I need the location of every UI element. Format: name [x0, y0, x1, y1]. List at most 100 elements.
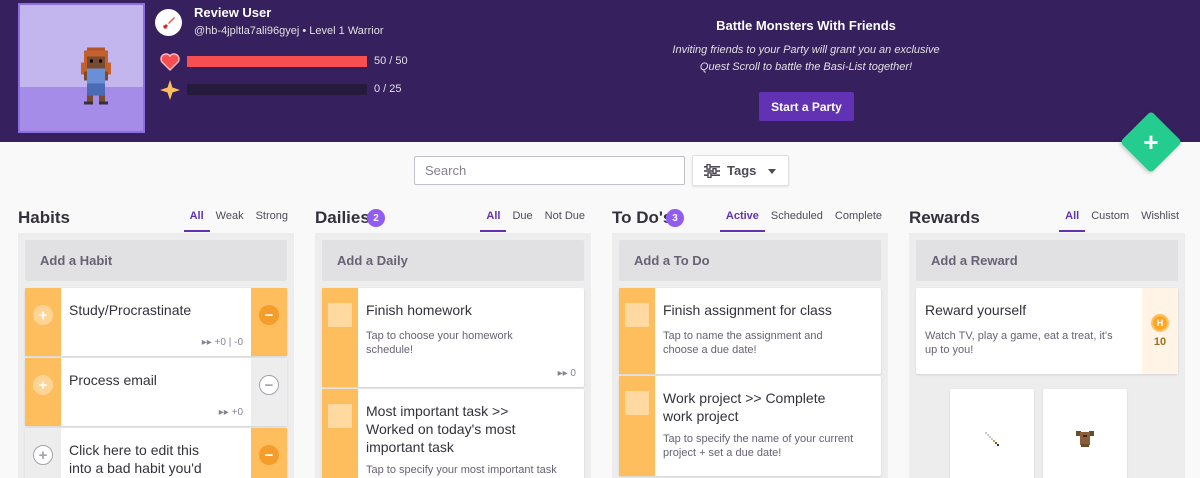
filter-all[interactable]: All — [183, 210, 210, 232]
todos-list: Add a To Do Finish assignment for class … — [612, 233, 888, 478]
plus-icon[interactable]: + — [33, 445, 53, 465]
filter-wishlist[interactable]: Wishlist — [1135, 210, 1185, 232]
todo-notes: Tap to name the assignment and choose a … — [663, 329, 873, 357]
todo-notes-line: Tap to specify the name of your current — [663, 433, 854, 445]
habit-plus-area[interactable]: + — [25, 358, 61, 426]
user-name: Review User — [194, 5, 272, 20]
todo-title: Finish assignment for class — [663, 302, 832, 318]
tags-dropdown[interactable]: Tags — [692, 155, 789, 186]
todos-header: To Do's 3 Active Scheduled Complete — [612, 203, 888, 233]
avatar[interactable] — [18, 3, 145, 133]
todo-notes-line: choose a due date! — [663, 344, 757, 356]
habit-card[interactable]: + Study/Procrastinate ▸▸ +0 | -0 − — [25, 288, 287, 356]
filter-scheduled[interactable]: Scheduled — [765, 210, 829, 232]
filter-weak[interactable]: Weak — [210, 210, 250, 232]
habits-header: Habits All Weak Strong — [18, 203, 294, 233]
plus-icon[interactable]: + — [33, 375, 53, 395]
habit-minus-area[interactable]: − — [251, 358, 287, 426]
checkbox[interactable] — [328, 303, 352, 327]
due-count-badge: 2 — [367, 209, 385, 227]
todo-content: Finish assignment for class Tap to name … — [663, 301, 873, 357]
warrior-class-icon — [155, 9, 182, 36]
user-handle-level: @hb-4jpltla7ali96gyej • Level 1 Warrior — [194, 25, 384, 37]
filter-not-due[interactable]: Not Due — [539, 210, 591, 232]
todo-notes: Tap to specify the name of your current … — [663, 432, 873, 460]
daily-title-line: Worked on today's most — [366, 421, 516, 437]
experience-bar — [187, 84, 367, 95]
todos-filters: Active Scheduled Complete — [719, 210, 888, 232]
experience-star-icon — [159, 79, 181, 101]
start-party-button[interactable]: Start a Party — [759, 92, 854, 121]
add-todo-input[interactable]: Add a To Do — [619, 240, 881, 281]
daily-notes-line: schedule! — [366, 344, 414, 356]
health-bar-fill — [187, 56, 367, 67]
todo-check-area[interactable] — [619, 376, 655, 476]
armor-item-icon — [1076, 431, 1094, 447]
habits-list: Add a Habit + Study/Procrastinate ▸▸ +0 … — [18, 233, 294, 478]
gold-coin-icon: H — [1151, 314, 1169, 332]
checkbox[interactable] — [625, 391, 649, 415]
daily-card[interactable]: Finish homework Tap to choose your homew… — [322, 288, 584, 387]
filter-custom[interactable]: Custom — [1085, 210, 1135, 232]
habit-plus-area[interactable]: + — [25, 428, 61, 478]
daily-check-area[interactable] — [322, 288, 358, 387]
habit-card[interactable]: + Process email ▸▸ +0 − — [25, 358, 287, 426]
party-description-line: Quest Scroll to battle the Basi-List tog… — [699, 61, 913, 73]
dailies-header: Dailies 2 All Due Not Due — [315, 203, 591, 233]
todo-card[interactable]: Work project >> Complete work project Ta… — [619, 376, 881, 476]
party-title: Battle Monsters With Friends — [716, 18, 896, 33]
habit-card[interactable]: + Click here to edit this into a bad hab… — [25, 428, 287, 478]
dailies-filters: All Due Not Due — [480, 210, 591, 232]
health-text: 50 / 50 — [374, 55, 408, 67]
filter-all[interactable]: All — [480, 210, 507, 232]
add-reward-input[interactable]: Add a Reward — [916, 240, 1178, 281]
daily-title: Finish homework — [366, 302, 472, 318]
filter-active[interactable]: Active — [719, 210, 765, 232]
minus-icon[interactable]: − — [259, 445, 279, 465]
daily-check-area[interactable] — [322, 389, 358, 478]
filter-due[interactable]: Due — [506, 210, 538, 232]
rewards-column: Rewards All Custom Wishlist Add a Reward… — [909, 203, 1185, 478]
habit-minus-area[interactable]: − — [251, 428, 287, 478]
reward-cost: 10 — [1153, 336, 1167, 348]
buy-reward-button[interactable]: H 10 — [1142, 288, 1178, 374]
habit-minus-area[interactable]: − — [251, 288, 287, 356]
habits-column: Habits All Weak Strong Add a Habit + Stu… — [18, 203, 294, 478]
add-habit-input[interactable]: Add a Habit — [25, 240, 287, 281]
daily-streak: ▸▸ 0 — [557, 368, 576, 379]
minus-icon[interactable]: − — [259, 375, 279, 395]
habit-plus-area[interactable]: + — [25, 288, 61, 356]
add-daily-input[interactable]: Add a Daily — [322, 240, 584, 281]
habit-title: Process email — [69, 372, 157, 388]
habit-title-line: into a bad habit you'd — [69, 460, 202, 476]
daily-content: Finish homework Tap to choose your homew… — [366, 301, 576, 357]
filter-all[interactable]: All — [1059, 210, 1086, 232]
reward-content: Reward yourself Watch TV, play a game, e… — [925, 301, 1134, 357]
habit-streak: ▸▸ +0 — [218, 407, 243, 418]
rewards-header: Rewards All Custom Wishlist — [909, 203, 1185, 233]
daily-notes: Tap to choose your homework schedule! — [366, 329, 576, 357]
habit-streak: ▸▸ +0 | -0 — [201, 337, 243, 348]
daily-title: Most important task >> Worked on today's… — [366, 402, 576, 456]
filter-complete[interactable]: Complete — [829, 210, 888, 232]
shop-item[interactable] — [950, 389, 1034, 478]
daily-notes-line: Tap to choose your homework — [366, 330, 513, 342]
search-input[interactable] — [414, 156, 685, 185]
column-title: Rewards — [909, 208, 980, 227]
reward-notes: Watch TV, play a game, eat a treat, it's… — [925, 329, 1134, 357]
filter-sliders-icon — [704, 163, 720, 178]
daily-card[interactable]: Most important task >> Worked on today's… — [322, 389, 584, 478]
todo-card[interactable]: Finish assignment for class Tap to name … — [619, 288, 881, 374]
filter-strong[interactable]: Strong — [250, 210, 294, 232]
minus-icon[interactable]: − — [259, 305, 279, 325]
todo-check-area[interactable] — [619, 288, 655, 374]
reward-notes-line: up to you! — [925, 344, 974, 356]
shop-item[interactable] — [1043, 389, 1127, 478]
daily-notes: Tap to specify your most important task — [366, 464, 557, 476]
create-task-button[interactable]: + — [1119, 110, 1183, 174]
checkbox[interactable] — [625, 303, 649, 327]
checkbox[interactable] — [328, 404, 352, 428]
reward-card[interactable]: Reward yourself Watch TV, play a game, e… — [916, 288, 1178, 374]
plus-icon[interactable]: + — [33, 305, 53, 325]
todo-title-line: Work project >> Complete — [663, 390, 826, 406]
